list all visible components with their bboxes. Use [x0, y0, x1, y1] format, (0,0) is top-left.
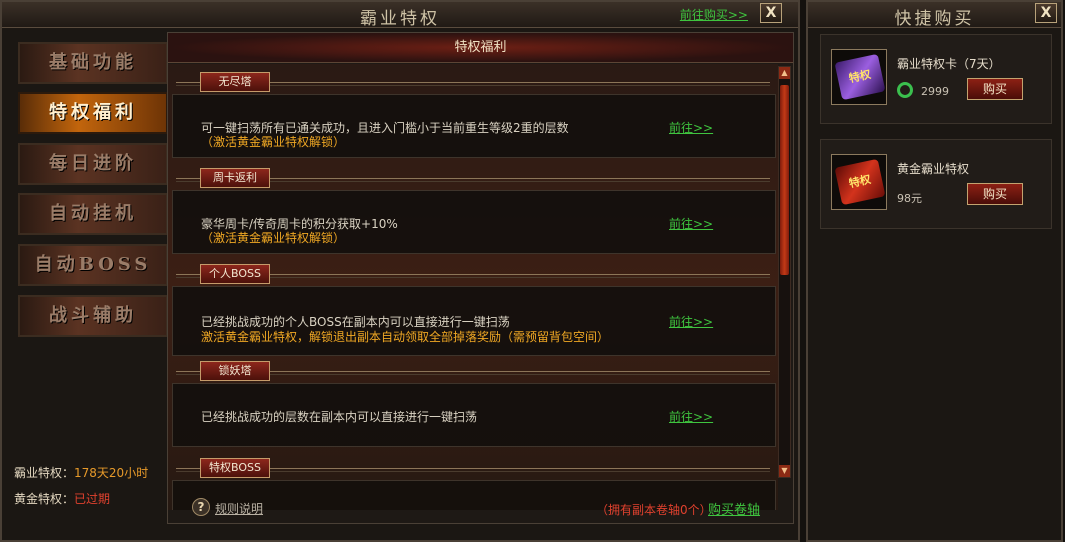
- item-price: 98元: [897, 192, 922, 205]
- scroll-down-arrow[interactable]: ▼: [779, 465, 790, 477]
- panel-header: 特权福利: [168, 33, 793, 63]
- jade-currency-icon: [897, 82, 913, 98]
- scroll-thumb[interactable]: [780, 85, 789, 275]
- window-titlebar: 霸业特权 前往购买>> X: [2, 2, 798, 29]
- sidebar-item-basic[interactable]: 基础功能: [18, 42, 168, 84]
- privilege-window: 霸业特权 前往购买>> X 基础功能 特权福利 每日进阶 自动挂机 自动BOSS…: [0, 0, 800, 542]
- section-note: （激活黄金霸业特权解锁）: [201, 135, 346, 149]
- item-price: 2999: [921, 85, 949, 98]
- gold-privilege-icon[interactable]: 特权: [831, 154, 887, 210]
- section-note: 激活黄金霸业特权，解锁退出副本自动领取全部掉落奖励（需预留背包空间）: [201, 330, 610, 344]
- gold-privilege-status: 黄金特权：已过期: [14, 490, 110, 507]
- privilege-label: 霸业特权：: [14, 466, 75, 480]
- section-tab-personal-boss: 个人BOSS: [200, 264, 270, 284]
- section-tab-demon-tower: 锁妖塔: [200, 361, 270, 381]
- section-weekly-rebate: 豪华周卡/传奇周卡的积分获取+10% （激活黄金霸业特权解锁） 前往>>: [172, 190, 776, 254]
- benefits-panel: 特权福利 无尽塔 可一键扫荡所有已通关成功，且进入门槛小于当前重生等级2重的层数…: [167, 32, 794, 524]
- quick-buy-close-button[interactable]: X: [1035, 3, 1057, 23]
- buy-button[interactable]: 购买: [967, 183, 1023, 205]
- gold-privilege-label: 黄金特权：: [14, 492, 75, 506]
- goto-link[interactable]: 前往>>: [669, 313, 713, 330]
- help-icon[interactable]: ?: [192, 498, 210, 516]
- quick-buy-titlebar: 快捷购买 X: [808, 2, 1061, 29]
- goto-link[interactable]: 前往>>: [669, 215, 713, 232]
- window-title: 霸业特权: [360, 9, 440, 29]
- item-name: 黄金霸业特权: [897, 162, 970, 176]
- close-button[interactable]: X: [760, 3, 782, 23]
- scroll-up-arrow[interactable]: ▲: [779, 67, 790, 79]
- section-endless-tower: 可一键扫荡所有已通关成功，且进入门槛小于当前重生等级2重的层数 （激活黄金霸业特…: [172, 94, 776, 158]
- gold-privilege-value: 已过期: [74, 492, 111, 506]
- sidebar-item-combat-assist[interactable]: 战斗辅助: [18, 295, 168, 337]
- go-buy-link[interactable]: 前往购买>>: [680, 6, 748, 23]
- goto-link[interactable]: 前往>>: [669, 408, 713, 425]
- sidebar-item-benefits[interactable]: 特权福利: [18, 92, 168, 134]
- section-desc: 已经挑战成功的层数在副本内可以直接进行一键扫荡: [201, 410, 478, 424]
- list-scrollbar[interactable]: ▲ ▼: [778, 66, 791, 478]
- benefits-list: 无尽塔 可一键扫荡所有已通关成功，且进入门槛小于当前重生等级2重的层数 （激活黄…: [168, 64, 778, 510]
- privilege-card-icon[interactable]: 特权: [831, 49, 887, 105]
- section-tab-privilege-boss: 特权BOSS: [200, 458, 270, 478]
- privilege-remaining: 178天20小时: [74, 466, 149, 480]
- shop-item-gold-privilege: 特权 黄金霸业特权 98元 购买: [820, 139, 1052, 229]
- goto-link[interactable]: 前往>>: [669, 119, 713, 136]
- quick-buy-title: 快捷购买: [894, 9, 975, 29]
- buy-scroll-link[interactable]: 购买卷轴: [708, 499, 760, 518]
- section-tab-endless-tower: 无尽塔: [200, 72, 270, 92]
- section-demon-tower: 已经挑战成功的层数在副本内可以直接进行一键扫荡 前往>>: [172, 383, 776, 447]
- section-personal-boss: 已经挑战成功的个人BOSS在副本内可以直接进行一键扫荡 激活黄金霸业特权，解锁退…: [172, 286, 776, 356]
- section-tab-weekly-rebate: 周卡返利: [200, 168, 270, 188]
- sidebar-item-auto-idle[interactable]: 自动挂机: [18, 193, 168, 235]
- rules-link[interactable]: 规则说明: [215, 500, 263, 517]
- section-note: （激活黄金霸业特权解锁）: [201, 231, 346, 245]
- sidebar-item-daily[interactable]: 每日进阶: [18, 143, 168, 185]
- shop-item-privilege-card: 特权 霸业特权卡（7天） 2999 购买: [820, 34, 1052, 124]
- item-name: 霸业特权卡（7天）: [897, 57, 1001, 71]
- sidebar-item-auto-boss[interactable]: 自动BOSS: [18, 244, 168, 286]
- scroll-count-text: （拥有副本卷轴0个）: [596, 503, 712, 517]
- panel-footer: ? 规则说明 （拥有副本卷轴0个） 购买卷轴: [168, 493, 793, 523]
- privilege-status: 霸业特权：178天20小时: [14, 464, 148, 481]
- quick-buy-window: 快捷购买 X 特权 霸业特权卡（7天） 2999 购买 特权 黄金霸业特权 98…: [806, 0, 1063, 542]
- sidebar-nav: 基础功能 特权福利 每日进阶 自动挂机 自动BOSS 战斗辅助 霸业特权：178…: [12, 36, 168, 520]
- buy-button[interactable]: 购买: [967, 78, 1023, 100]
